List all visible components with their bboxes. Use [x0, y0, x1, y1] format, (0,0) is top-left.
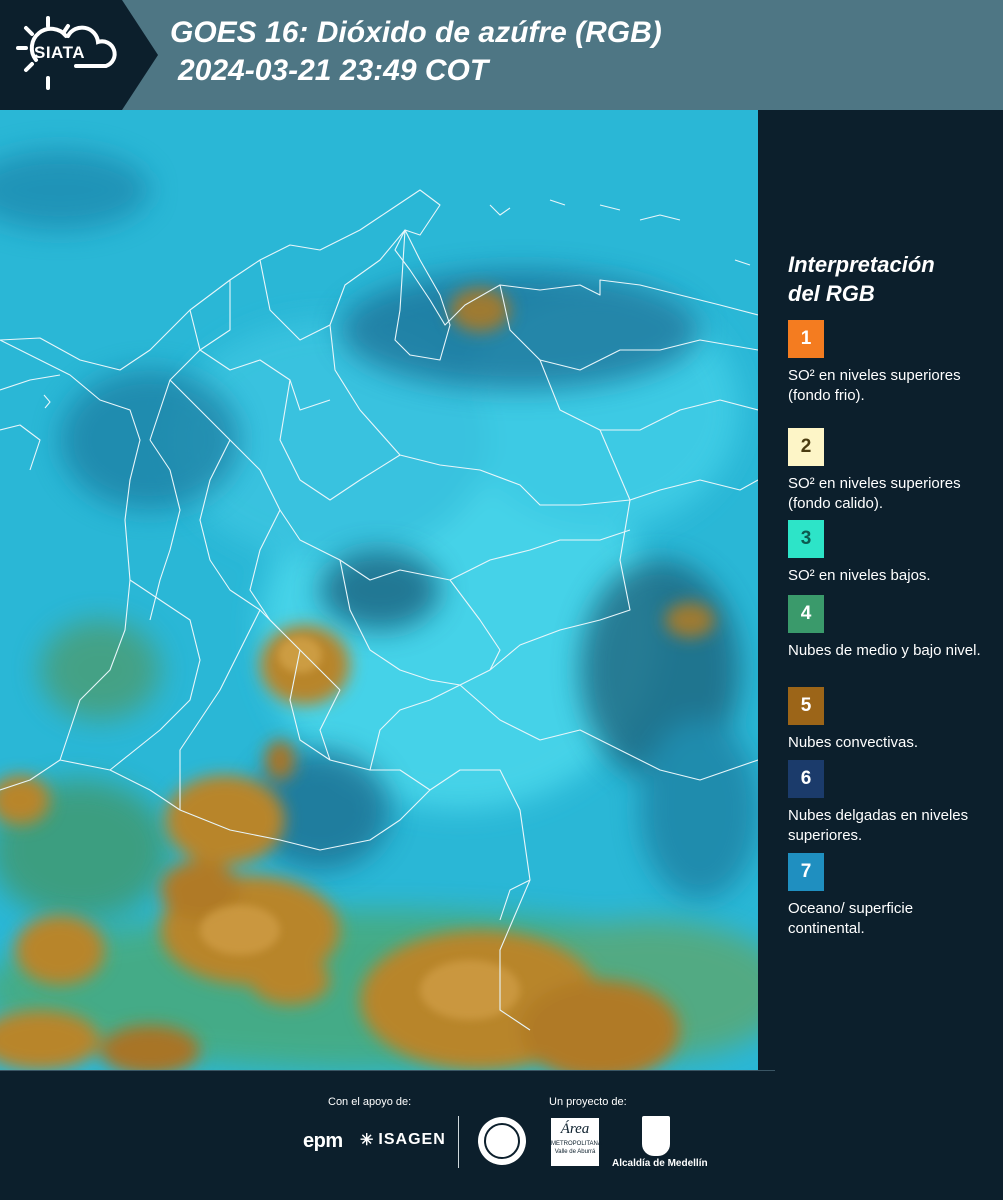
- area-metropolitana-logo: Área METROPOLITANA Valle de Aburrá: [551, 1118, 602, 1166]
- footer: Con el apoyo de: Un proyecto de: epm ✳ I…: [0, 1070, 1003, 1200]
- legend-item: 3 SO² en niveles bajos.: [788, 520, 993, 586]
- legend-item: 4 Nubes de medio y bajo nivel.: [788, 595, 993, 661]
- title-line-2: 2024-03-21 23:49 COT: [178, 54, 489, 87]
- legend-swatch: 3: [788, 520, 824, 558]
- header-bar: SIATA GOES 16: Dióxido de azúfre (RGB) 2…: [0, 0, 1003, 110]
- legend-title-line-2: del RGB: [788, 281, 875, 306]
- satellite-image: [0, 110, 758, 1070]
- legend-swatch: 4: [788, 595, 824, 633]
- satellite-map: [0, 110, 758, 1070]
- alcaldia-shield-icon: [642, 1116, 670, 1156]
- logo-text: SIATA: [34, 43, 85, 62]
- area-sub-text: METROPOLITANA Valle de Aburrá: [551, 1141, 602, 1155]
- legend-swatch: 2: [788, 428, 824, 466]
- legend-label: Oceano/ superficie continental.: [788, 900, 914, 937]
- project-label: Un proyecto de:: [549, 1096, 627, 1108]
- isagen-text: ISAGEN: [378, 1131, 446, 1148]
- legend-item: 1 SO² en niveles superiores (fondo frio).: [788, 320, 993, 406]
- legend-label: SO² en niveles superiores (fondo calido)…: [788, 475, 961, 512]
- title-line-1: GOES 16: Dióxido de azúfre (RGB): [170, 16, 662, 49]
- page-title: GOES 16: Dióxido de azúfre (RGB) 2024-03…: [170, 14, 662, 90]
- legend-title-line-1: Interpretación: [788, 252, 935, 277]
- legend-item: 2 SO² en niveles superiores (fondo calido…: [788, 428, 993, 514]
- legend-label: SO² en niveles superiores (fondo frio).: [788, 367, 961, 404]
- legend-label: Nubes delgadas en niveles superiores.: [788, 807, 969, 844]
- legend-label: Nubes convectivas.: [788, 734, 919, 751]
- medellin-seal-logo: [478, 1117, 526, 1165]
- footer-separator: [458, 1116, 459, 1168]
- legend-item: 5 Nubes convectivas.: [788, 687, 993, 753]
- footer-divider: [0, 1070, 775, 1071]
- legend-swatch: 1: [788, 320, 824, 358]
- support-label: Con el apoyo de:: [328, 1096, 412, 1108]
- legend-item: 7 Oceano/ superficie continental.: [788, 853, 993, 939]
- legend-label: SO² en niveles bajos.: [788, 567, 931, 584]
- legend-swatch: 5: [788, 687, 824, 725]
- area-text: Área: [560, 1121, 590, 1137]
- legend-title: Interpretación del RGB: [788, 250, 993, 308]
- isagen-logo: ✳ ISAGEN: [360, 1130, 446, 1150]
- legend-swatch: 7: [788, 853, 824, 891]
- isagen-icon: ✳: [360, 1132, 375, 1149]
- alcaldia-logo-text: Alcaldía de Medellín: [612, 1158, 708, 1169]
- legend-swatch: 6: [788, 760, 824, 798]
- epm-logo: epm: [303, 1130, 343, 1152]
- legend: Interpretación del RGB 1 SO² en niveles s…: [788, 250, 993, 937]
- siata-logo: SIATA: [0, 0, 158, 110]
- seal-icon: [484, 1123, 520, 1159]
- legend-label: Nubes de medio y bajo nivel.: [788, 642, 981, 659]
- legend-item: 6 Nubes delgadas en niveles superiores.: [788, 760, 993, 846]
